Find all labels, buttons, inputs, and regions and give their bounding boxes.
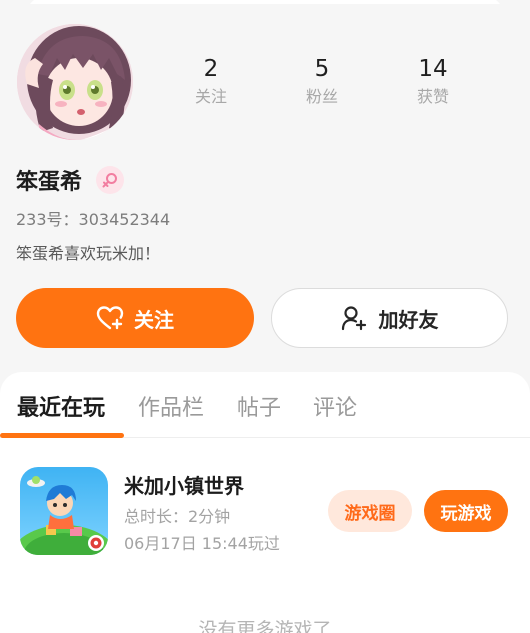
add-friend-button[interactable]: 加好友 bbox=[271, 288, 508, 348]
tab-bar: 最近在玩 作品栏 帖子 评论 bbox=[0, 372, 530, 438]
stat-following-value: 2 bbox=[203, 56, 219, 82]
user-plus-icon bbox=[341, 306, 366, 331]
active-tab-indicator bbox=[0, 433, 124, 438]
no-more-games-text: 没有更多游戏了 bbox=[198, 619, 332, 633]
stat-following[interactable]: 2 关注 bbox=[161, 54, 261, 109]
add-friend-button-label: 加好友 bbox=[378, 309, 439, 332]
play-game-button[interactable]: 玩游戏 bbox=[424, 490, 508, 532]
follow-button[interactable]: 关注 bbox=[16, 288, 254, 348]
female-icon bbox=[96, 166, 124, 194]
content-panel: 最近在玩 作品栏 帖子 评论 米加小镇世界 总时长：2分钟 06月17日 15:… bbox=[0, 372, 530, 633]
user-bio: 笨蛋希喜欢玩米加！ bbox=[16, 244, 161, 263]
game-title[interactable]: 米加小镇世界 bbox=[124, 470, 244, 499]
follow-button-label: 关注 bbox=[134, 309, 174, 332]
tab-comments[interactable]: 评论 bbox=[313, 390, 357, 422]
game-last-played: 06月17日 15:44玩过 bbox=[124, 534, 280, 553]
game-icon[interactable] bbox=[20, 467, 108, 555]
stat-likes-value: 14 bbox=[418, 56, 448, 82]
stat-likes[interactable]: 14 获赞 bbox=[383, 54, 483, 109]
game-play-duration: 总时长：2分钟 bbox=[124, 507, 231, 526]
avatar[interactable] bbox=[17, 24, 133, 140]
tab-works[interactable]: 作品栏 bbox=[138, 390, 204, 422]
top-sheet-edge bbox=[30, 0, 500, 4]
stat-followers-label: 粉丝 bbox=[305, 87, 338, 106]
tab-posts[interactable]: 帖子 bbox=[237, 390, 281, 422]
heart-plus-icon bbox=[96, 306, 124, 330]
stat-followers-value: 5 bbox=[314, 56, 330, 82]
username: 笨蛋希 bbox=[16, 170, 83, 195]
user-id: 233号：303452344 bbox=[16, 210, 171, 229]
game-circle-button[interactable]: 游戏圈 bbox=[328, 490, 412, 532]
stat-followers[interactable]: 5 粉丝 bbox=[272, 54, 372, 109]
stat-following-label: 关注 bbox=[194, 87, 227, 106]
tab-recent-played[interactable]: 最近在玩 bbox=[17, 390, 105, 422]
stat-likes-label: 获赞 bbox=[416, 87, 449, 106]
